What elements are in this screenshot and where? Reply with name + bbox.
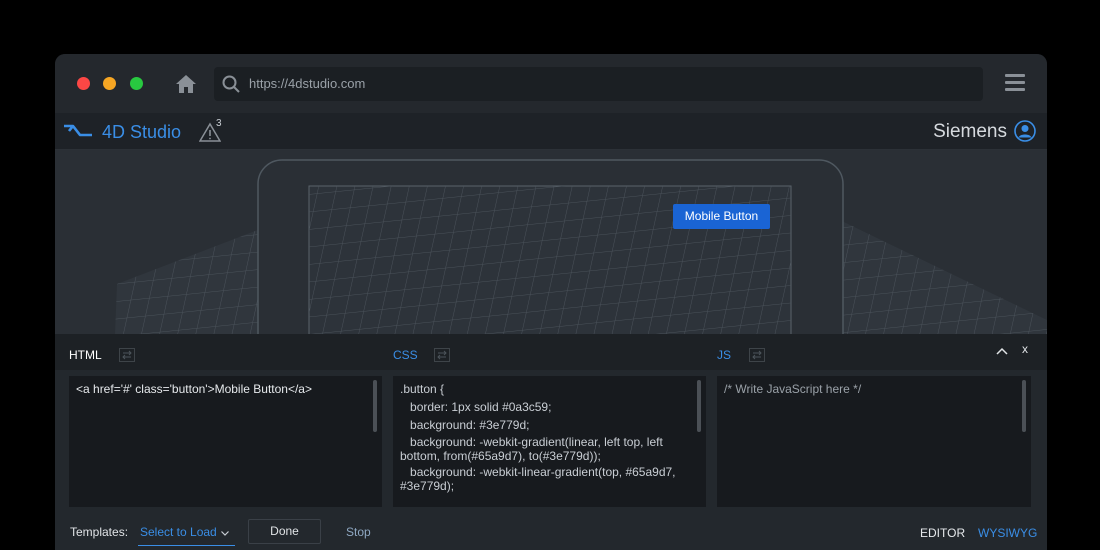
mobile-button-preview[interactable]: Mobile Button — [673, 204, 770, 229]
browser-titlebar: https://4dstudio.com — [55, 54, 1047, 113]
code-line: background: #3e779d; — [400, 418, 530, 432]
user-name[interactable]: Siemens — [933, 113, 1007, 151]
stop-button[interactable]: Stop — [346, 514, 371, 550]
scrollbar[interactable] — [1022, 380, 1026, 432]
code-editor-panel: HTML CSS JS x <a href='#' class='button'… — [55, 334, 1047, 550]
hamburger-menu-icon[interactable] — [1005, 74, 1025, 92]
done-button[interactable]: Done — [248, 519, 321, 544]
4d-studio-logo-icon — [64, 124, 92, 137]
editor-footer: Templates: Select to Load Done Stop EDIT… — [55, 514, 1047, 550]
tab-css[interactable]: CSS — [393, 334, 418, 376]
js-code-pane[interactable]: /* Write JavaScript here */ — [717, 376, 1031, 507]
tab-js[interactable]: JS — [717, 334, 731, 376]
maximize-window-button[interactable] — [130, 77, 143, 90]
minimize-window-button[interactable] — [103, 77, 116, 90]
templates-select-value: Select to Load — [140, 525, 217, 539]
mode-wysiwyg-toggle[interactable]: WYSIWYG — [978, 514, 1037, 550]
css-code-pane[interactable]: .button { border: 1px solid #0a3c59; bac… — [393, 376, 706, 507]
html-code-pane[interactable]: <a href='#' class='button'>Mobile Button… — [69, 376, 382, 507]
scrollbar[interactable] — [697, 380, 701, 432]
templates-label: Templates: — [70, 525, 129, 539]
app-header: 4D Studio 3 Siemens — [55, 113, 1047, 150]
search-icon — [222, 75, 240, 93]
templates-select[interactable]: Select to Load — [138, 522, 235, 546]
home-icon[interactable] — [175, 74, 197, 94]
code-line: background: -webkit-gradient(linear, lef… — [400, 435, 667, 463]
brand-name[interactable]: 4D Studio — [102, 113, 181, 151]
tab-html[interactable]: HTML — [69, 334, 102, 376]
swap-html-icon[interactable] — [119, 348, 135, 362]
code-line: .button { — [400, 382, 445, 396]
address-bar[interactable]: https://4dstudio.com — [214, 67, 983, 101]
warning-count-badge: 3 — [216, 118, 222, 129]
app-window: https://4dstudio.com 4D Studio 3 Siemens — [55, 54, 1047, 550]
close-editor-button[interactable]: x — [1022, 342, 1028, 356]
editor-tabs: HTML CSS JS x — [55, 334, 1047, 370]
preview-stage: Mobile Button — [55, 150, 1047, 334]
mode-editor-toggle[interactable]: EDITOR — [920, 514, 965, 550]
code-line: border: 1px solid #0a3c59; — [400, 400, 552, 414]
code-line: background: -webkit-linear-gradient(top,… — [400, 465, 679, 493]
url-text: https://4dstudio.com — [249, 76, 366, 91]
swap-js-icon[interactable] — [749, 348, 765, 362]
code-line: <a href='#' class='button'>Mobile Button… — [76, 382, 312, 396]
swap-css-icon[interactable] — [434, 348, 450, 362]
chevron-down-icon — [221, 531, 229, 536]
scrollbar[interactable] — [373, 380, 377, 432]
chevron-up-icon[interactable] — [996, 347, 1008, 355]
user-avatar-icon[interactable] — [1014, 120, 1036, 142]
code-line: /* Write JavaScript here */ — [724, 382, 862, 396]
device-preview-illustration — [115, 159, 1047, 334]
close-window-button[interactable] — [77, 77, 90, 90]
